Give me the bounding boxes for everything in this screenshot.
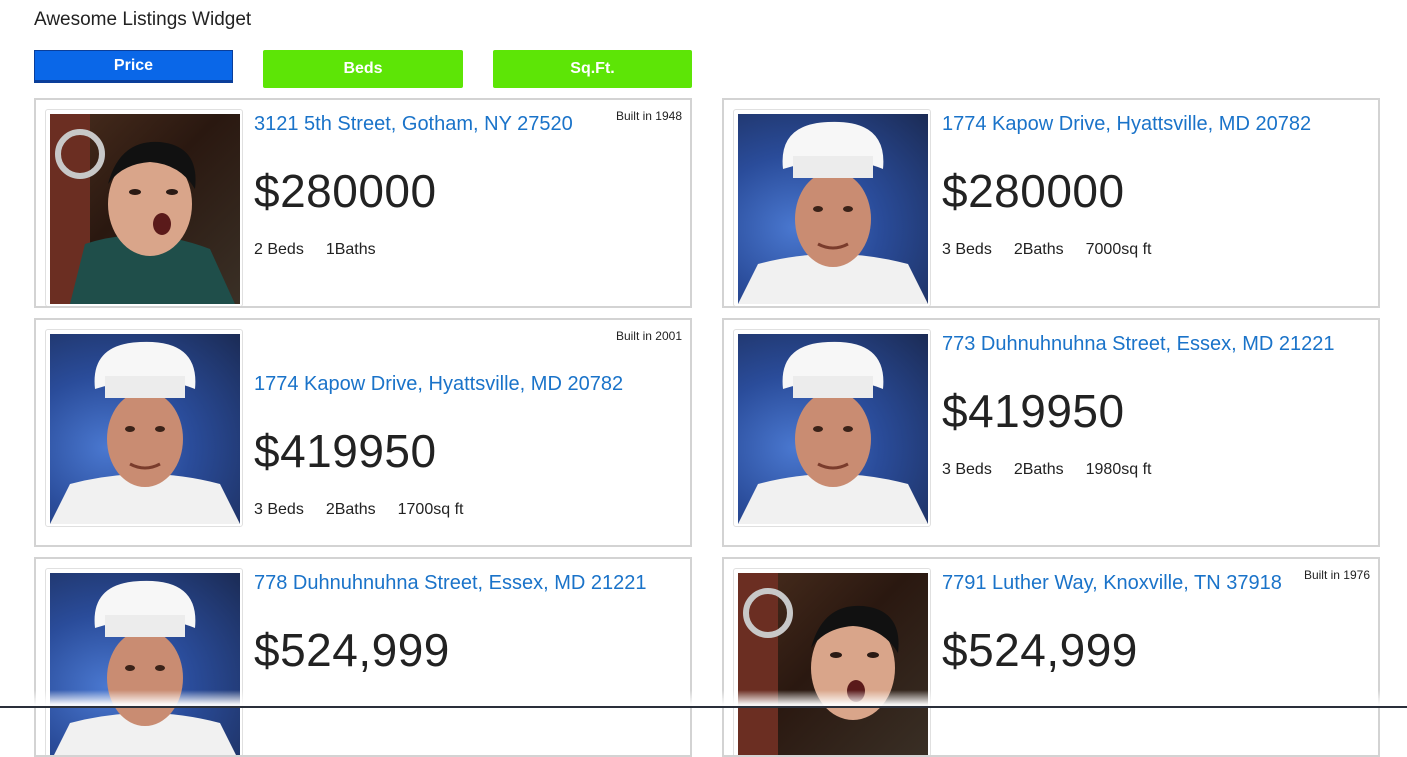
baths-count: 2Baths bbox=[325, 501, 376, 518]
listing-price: $524,999 bbox=[942, 624, 1138, 676]
listing-card[interactable]: 1774 Kapow Drive, Hyattsville, MD 20782 … bbox=[722, 98, 1380, 308]
beds-count: 3 Beds bbox=[942, 461, 992, 478]
listing-photo-frame bbox=[733, 329, 931, 527]
beds-count: 3 Beds bbox=[942, 241, 992, 258]
listing-stats: 3 Beds 2Baths 1980sq ft bbox=[942, 461, 1173, 479]
widget-title: Awesome Listings Widget bbox=[34, 9, 252, 30]
listing-card[interactable]: Built in 1948 3121 5th Street, Gotham, N… bbox=[34, 98, 692, 308]
man-with-open-mouth-photo bbox=[738, 573, 928, 755]
chef-hat-man-photo bbox=[738, 334, 928, 524]
sqft-value: 1700sq ft bbox=[397, 501, 464, 518]
listing-price: $419950 bbox=[254, 425, 437, 477]
listing-card[interactable]: 773 Duhnuhnuhna Street, Essex, MD 21221 … bbox=[722, 318, 1380, 547]
listing-stats: 3 Beds 2Baths 7000sq ft bbox=[942, 241, 1173, 259]
listing-photo-frame bbox=[733, 109, 931, 306]
listing-price: $524,999 bbox=[254, 624, 450, 676]
listing-stats: 2 Beds 1Baths bbox=[254, 241, 420, 259]
listing-stats: 3 Beds 2Baths 1700sq ft bbox=[254, 501, 485, 519]
beds-count: 3 Beds bbox=[254, 501, 304, 518]
listing-address-link[interactable]: 778 Duhnuhnuhna Street, Essex, MD 21221 bbox=[254, 572, 646, 595]
man-with-open-mouth-photo bbox=[50, 114, 240, 304]
sort-price-button[interactable]: Price bbox=[34, 50, 233, 83]
listing-price: $280000 bbox=[254, 165, 437, 217]
listing-address-link[interactable]: 773 Duhnuhnuhna Street, Essex, MD 21221 bbox=[942, 333, 1334, 356]
chef-hat-man-photo bbox=[738, 114, 928, 304]
listing-card[interactable]: 778 Duhnuhnuhna Street, Essex, MD 21221 … bbox=[34, 557, 692, 757]
year-built: Built in 1976 bbox=[1303, 568, 1370, 582]
listing-photo-frame bbox=[45, 568, 243, 755]
baths-count: 1Baths bbox=[325, 241, 376, 258]
year-built: Built in 1948 bbox=[615, 109, 682, 123]
listing-address-link[interactable]: 1774 Kapow Drive, Hyattsville, MD 20782 bbox=[942, 113, 1311, 136]
listing-price: $280000 bbox=[942, 165, 1125, 217]
sqft-value: 7000sq ft bbox=[1085, 241, 1152, 258]
listing-photo-frame bbox=[45, 329, 243, 527]
listing-card[interactable]: Built in 2001 1774 Kapow Drive, Hyattsvi… bbox=[34, 318, 692, 547]
baths-count: 2Baths bbox=[1013, 461, 1064, 478]
listing-address-link[interactable]: 3121 5th Street, Gotham, NY 27520 bbox=[254, 113, 573, 136]
listing-address-link[interactable]: 7791 Luther Way, Knoxville, TN 37918 bbox=[942, 572, 1282, 595]
listing-card[interactable]: Built in 1976 7791 Luther Way, Knoxville… bbox=[722, 557, 1380, 757]
beds-count: 2 Beds bbox=[254, 241, 304, 258]
sort-beds-button[interactable]: Beds bbox=[263, 50, 463, 88]
sqft-value: 1980sq ft bbox=[1085, 461, 1152, 478]
listing-photo-frame bbox=[733, 568, 931, 755]
listing-price: $419950 bbox=[942, 385, 1125, 437]
chef-hat-man-photo bbox=[50, 334, 240, 524]
baths-count: 2Baths bbox=[1013, 241, 1064, 258]
listing-photo-frame bbox=[45, 109, 243, 306]
chef-hat-man-photo bbox=[50, 573, 240, 755]
listing-address-link[interactable]: 1774 Kapow Drive, Hyattsville, MD 20782 bbox=[254, 373, 623, 396]
sort-sqft-button[interactable]: Sq.Ft. bbox=[493, 50, 692, 88]
year-built: Built in 2001 bbox=[615, 329, 682, 343]
